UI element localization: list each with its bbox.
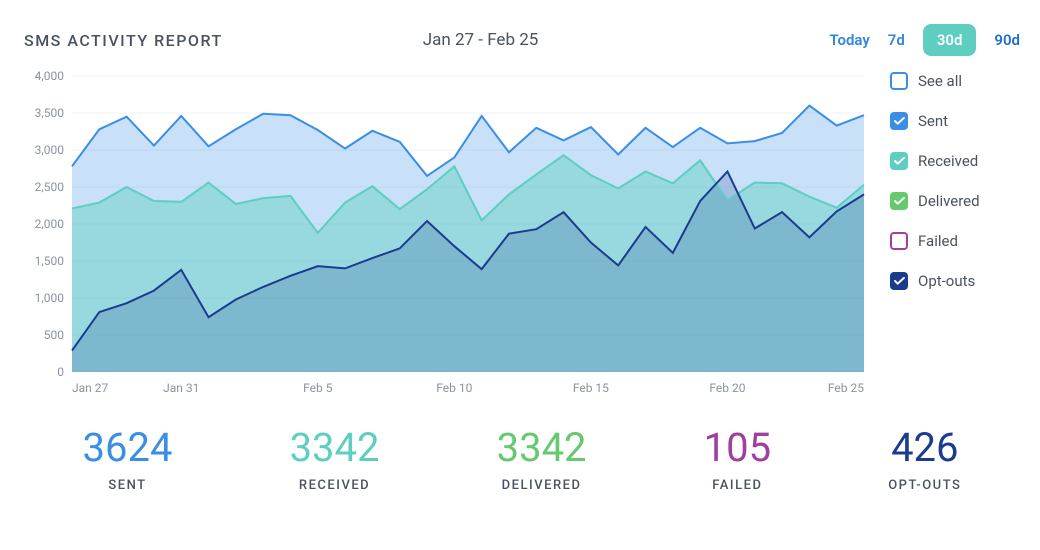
svg-text:1,500: 1,500: [35, 254, 65, 268]
legend-label: See all: [918, 72, 962, 90]
svg-text:Jan 31: Jan 31: [163, 381, 199, 395]
svg-text:2,500: 2,500: [35, 180, 65, 194]
svg-text:2,000: 2,000: [35, 217, 65, 231]
stat-value: 3624: [83, 428, 173, 468]
checkbox-icon: [890, 152, 908, 170]
stat-label: FAILED: [704, 478, 771, 493]
svg-text:Feb 25: Feb 25: [828, 381, 864, 395]
svg-text:500: 500: [44, 328, 64, 342]
legend-seeall[interactable]: See all: [890, 72, 1020, 90]
stat-label: DELIVERED: [497, 478, 587, 493]
stat-opt-outs: 426 OPT-OUTS: [888, 428, 961, 493]
svg-text:Feb 15: Feb 15: [573, 381, 609, 395]
legend-label: Failed: [918, 232, 958, 250]
activity-chart: 0 500 1,000 1,500 2,000 2,500 3,000 3,500 4,000 J…: [24, 70, 872, 400]
checkbox-icon: [890, 72, 908, 90]
svg-text:Jan 27: Jan 27: [72, 381, 108, 395]
time-range-switch: Today 7d 30d 90d: [829, 24, 1020, 56]
svg-text:0: 0: [57, 365, 64, 379]
stat-failed: 105 FAILED: [704, 428, 771, 493]
legend-label: Delivered: [918, 192, 980, 210]
range-7d[interactable]: 7d: [888, 31, 905, 49]
svg-text:Feb 5: Feb 5: [303, 381, 333, 395]
range-30d[interactable]: 30d: [923, 24, 977, 56]
page-title: SMS ACTIVITY REPORT: [24, 31, 223, 50]
legend-label: Opt-outs: [918, 272, 975, 290]
svg-text:3,500: 3,500: [35, 106, 65, 120]
range-today[interactable]: Today: [829, 31, 869, 49]
stat-label: SENT: [83, 478, 173, 493]
legend-label: Received: [918, 152, 978, 170]
legend-delivered[interactable]: Delivered: [890, 192, 1020, 210]
legend-received[interactable]: Received: [890, 152, 1020, 170]
date-range: Jan 27 - Feb 25: [423, 30, 539, 50]
checkbox-icon: [890, 112, 908, 130]
legend-optout[interactable]: Opt-outs: [890, 272, 1020, 290]
svg-text:4,000: 4,000: [35, 70, 65, 83]
stat-delivered: 3342 DELIVERED: [497, 428, 587, 493]
stat-value: 426: [888, 428, 961, 468]
svg-text:1,000: 1,000: [35, 291, 65, 305]
svg-text:Feb 10: Feb 10: [436, 381, 472, 395]
checkbox-icon: [890, 192, 908, 210]
stat-sent: 3624 SENT: [83, 428, 173, 493]
legend-failed[interactable]: Failed: [890, 232, 1020, 250]
svg-text:3,000: 3,000: [35, 143, 65, 157]
range-90d[interactable]: 90d: [994, 31, 1020, 49]
stat-label: OPT-OUTS: [888, 478, 961, 493]
stat-received: 3342 RECEIVED: [290, 428, 380, 493]
stat-value: 3342: [497, 428, 587, 468]
legend-sent[interactable]: Sent: [890, 112, 1020, 130]
chart-legend: See all Sent Received Delivered Failed Opt-ou…: [890, 70, 1020, 400]
report-header: SMS ACTIVITY REPORT Jan 27 - Feb 25 Toda…: [24, 24, 1020, 56]
checkbox-icon: [890, 272, 908, 290]
stat-value: 105: [704, 428, 771, 468]
legend-label: Sent: [918, 112, 948, 130]
stat-label: RECEIVED: [290, 478, 380, 493]
stat-value: 3342: [290, 428, 380, 468]
checkbox-icon: [890, 232, 908, 250]
svg-text:Feb 20: Feb 20: [709, 381, 745, 395]
summary-stats: 3624 SENT 3342 RECEIVED 3342 DELIVERED 105 FAIL…: [24, 428, 1020, 493]
